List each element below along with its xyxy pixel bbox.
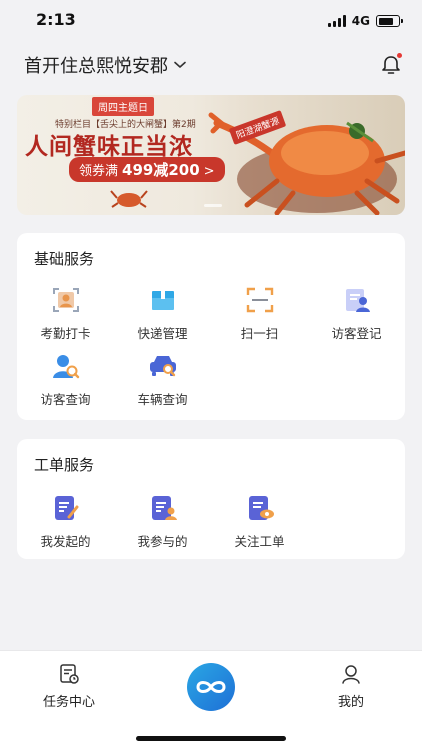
visitor-search-icon bbox=[52, 355, 79, 379]
work-order-title: 工单服务 bbox=[34, 456, 95, 474]
work-order-card: 工单服务 我发起的 我参与的 关注工单 bbox=[17, 439, 405, 559]
scan-button[interactable]: 扫一扫 bbox=[211, 285, 308, 342]
my-initiated-label: 我发起的 bbox=[40, 534, 91, 549]
attendance-label: 考勤打卡 bbox=[40, 326, 91, 341]
notification-dot bbox=[397, 53, 402, 58]
community-selector[interactable]: 首开住总熙悦安郡 bbox=[24, 52, 186, 78]
visitor-search-label: 访客查询 bbox=[40, 392, 91, 407]
status-indicators: 4G bbox=[327, 14, 403, 28]
visitor-search-button[interactable]: 访客查询 bbox=[17, 351, 114, 408]
order-watch-icon bbox=[248, 496, 274, 520]
infinity-icon bbox=[196, 681, 226, 693]
tab-bar: 任务中心 我的 bbox=[0, 650, 422, 750]
center-home-button[interactable] bbox=[187, 663, 235, 711]
scan-label: 扫一扫 bbox=[240, 326, 279, 341]
my-participated-label: 我参与的 bbox=[137, 534, 188, 549]
tab-task-center[interactable]: 任务中心 bbox=[24, 663, 114, 710]
banner-coupon: 领券满 499减200 > bbox=[69, 157, 225, 182]
visitor-register-button[interactable]: 访客登记 bbox=[308, 285, 405, 342]
attendance-icon bbox=[52, 288, 79, 312]
watch-order-button[interactable]: 关注工单 bbox=[211, 493, 308, 550]
visitor-register-icon bbox=[345, 289, 370, 312]
scan-icon bbox=[246, 287, 273, 313]
tab-mine[interactable]: 我的 bbox=[306, 663, 396, 710]
banner-tag: 周四主题日 bbox=[92, 97, 154, 116]
car-search-button[interactable]: 车辆查询 bbox=[114, 351, 211, 408]
chevron-down-icon bbox=[174, 61, 186, 68]
my-participated-button[interactable]: 我参与的 bbox=[114, 493, 211, 550]
order-edit-icon bbox=[54, 496, 78, 520]
coupon-prefix: 领券满 bbox=[79, 164, 119, 179]
small-crab-image bbox=[110, 190, 148, 208]
network-type: 4G bbox=[351, 14, 370, 28]
coupon-amount: 499减200 bbox=[122, 161, 200, 179]
community-name: 首开住总熙悦安郡 bbox=[24, 56, 168, 77]
user-icon bbox=[342, 665, 360, 684]
watch-order-label: 关注工单 bbox=[234, 534, 285, 549]
visitor-register-label: 访客登记 bbox=[331, 326, 382, 341]
package-button[interactable]: 快递管理 bbox=[114, 285, 211, 342]
status-time: 2:13 bbox=[36, 10, 76, 29]
order-participate-icon bbox=[151, 496, 177, 520]
tab-task-center-label: 任务中心 bbox=[42, 695, 95, 710]
battery-icon bbox=[376, 15, 403, 27]
basic-services-title: 基础服务 bbox=[34, 250, 95, 268]
promo-banner[interactable]: 周四主题日 特别栏目【舌尖上的大闸蟹】第2期 人间蟹味正当浓 领券满 499减2… bbox=[17, 95, 405, 215]
task-list-icon bbox=[60, 664, 79, 684]
package-icon bbox=[151, 291, 174, 310]
status-bar: 2:13 4G bbox=[0, 0, 422, 44]
notification-button[interactable] bbox=[378, 52, 404, 78]
crab-image bbox=[208, 112, 405, 215]
car-search-label: 车辆查询 bbox=[137, 392, 188, 407]
header: 首开住总熙悦安郡 bbox=[0, 50, 422, 80]
signal-icon bbox=[327, 15, 346, 27]
car-search-icon bbox=[149, 356, 176, 377]
basic-services-card: 基础服务 考勤打卡 快递管理 扫一扫 访客登记 访客查询 车辆查询 bbox=[17, 233, 405, 420]
home-indicator bbox=[136, 736, 286, 741]
carousel-indicator bbox=[204, 204, 222, 207]
attendance-button[interactable]: 考勤打卡 bbox=[17, 285, 114, 342]
tab-mine-label: 我的 bbox=[337, 695, 364, 710]
my-initiated-button[interactable]: 我发起的 bbox=[17, 493, 114, 550]
package-label: 快递管理 bbox=[137, 326, 188, 341]
banner-title: 人间蟹味正当浓 bbox=[25, 133, 193, 160]
